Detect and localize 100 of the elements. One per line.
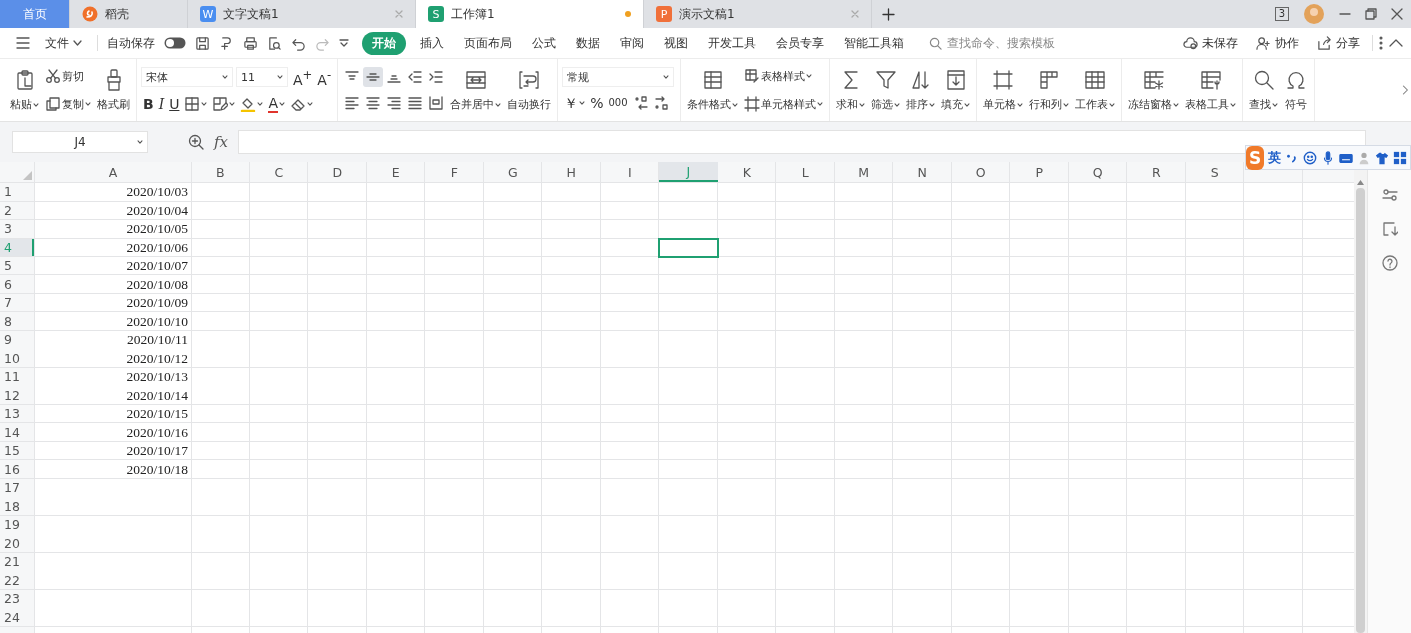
row-header[interactable]: 21 xyxy=(0,553,34,571)
toolbar-action[interactable]: 协作 xyxy=(1250,31,1305,55)
column-header[interactable]: A xyxy=(35,162,191,182)
column-header[interactable]: B xyxy=(191,162,250,182)
row-header[interactable]: 1 xyxy=(0,183,34,201)
row-header[interactable]: 9 xyxy=(0,331,34,349)
row-header[interactable]: 15 xyxy=(0,442,34,460)
font-size-field[interactable]: 11 xyxy=(236,67,288,87)
column-header[interactable]: C xyxy=(249,162,308,182)
row-header[interactable]: 7 xyxy=(0,294,34,312)
restore-icon[interactable] xyxy=(1365,8,1377,20)
column-header[interactable]: H xyxy=(542,162,601,182)
cell-style-button[interactable]: 单元格样式 xyxy=(742,94,826,114)
row-header[interactable]: 18 xyxy=(0,497,34,515)
plus-icon[interactable] xyxy=(882,7,895,21)
cut-button[interactable]: 剪切 xyxy=(43,66,93,86)
swap-icon[interactable] xyxy=(1381,221,1398,237)
help-icon[interactable] xyxy=(1381,255,1398,271)
row-header[interactable]: 23 xyxy=(0,590,34,608)
curl-icon[interactable] xyxy=(219,35,234,51)
sort-button[interactable]: 排序 xyxy=(904,66,938,114)
ribbon-tab[interactable]: 数据 xyxy=(570,31,606,55)
fill-button[interactable]: 填充 xyxy=(939,66,973,114)
column-header[interactable]: O xyxy=(951,162,1010,182)
underline-button[interactable]: U xyxy=(167,95,182,114)
row-header[interactable]: 12 xyxy=(0,386,34,404)
function-button[interactable]: fx xyxy=(214,133,228,151)
ribbon-tab[interactable]: 插入 xyxy=(414,31,450,55)
ribbon-tab[interactable]: 审阅 xyxy=(614,31,650,55)
ribbon-tab[interactable]: 页面布局 xyxy=(458,31,518,55)
row-header[interactable]: 11 xyxy=(0,368,34,386)
file-menu[interactable]: 文件 xyxy=(39,31,88,55)
format-painter-button[interactable]: 格式刷 xyxy=(95,66,132,114)
row-header[interactable]: 10 xyxy=(0,349,34,367)
align-middle-button[interactable] xyxy=(363,67,384,87)
copy-button[interactable]: 复制 xyxy=(43,94,93,114)
scrollbar-thumb[interactable] xyxy=(1356,188,1366,633)
row-header[interactable]: 3 xyxy=(0,220,34,238)
bold-button[interactable]: B xyxy=(141,95,156,114)
rows-columns-button[interactable]: 行和列 xyxy=(1027,66,1072,114)
font-color-button[interactable]: A xyxy=(266,95,288,113)
worksheet-button[interactable]: 工作表 xyxy=(1073,66,1118,114)
more-icon[interactable] xyxy=(1379,36,1383,50)
column-header[interactable]: R xyxy=(1127,162,1186,182)
search-field[interactable]: 查找命令、搜索模板 xyxy=(945,34,1099,52)
column-header[interactable]: Q xyxy=(1068,162,1127,182)
ribbon-tab[interactable]: 会员专享 xyxy=(770,31,830,55)
column-header[interactable]: S xyxy=(1185,162,1244,182)
search-icon[interactable] xyxy=(929,36,942,50)
window-count-button[interactable]: 3 xyxy=(1274,7,1289,21)
microphone-icon[interactable] xyxy=(1321,150,1335,165)
filter-button[interactable]: 筛选 xyxy=(869,66,903,114)
menu-icon[interactable] xyxy=(16,37,30,49)
grid-icon[interactable] xyxy=(1393,150,1407,165)
row-header[interactable]: 6 xyxy=(0,275,34,293)
column-header[interactable]: D xyxy=(308,162,367,182)
row-header[interactable]: 19 xyxy=(0,516,34,534)
ribbon-tab[interactable]: 公式 xyxy=(526,31,562,55)
toolbar-action[interactable]: 分享 xyxy=(1311,31,1366,55)
collapse-icon[interactable] xyxy=(1389,39,1403,47)
toggle-switch[interactable] xyxy=(164,37,186,49)
sliders-icon[interactable] xyxy=(1381,187,1398,203)
table-tools-button[interactable]: 表格工具 xyxy=(1183,66,1239,114)
customize-icon[interactable] xyxy=(339,39,349,47)
shirt-icon[interactable] xyxy=(1375,150,1389,165)
freeze-panes-button[interactable]: 冻结窗格 xyxy=(1126,66,1182,114)
smiley-icon[interactable] xyxy=(1303,150,1317,165)
document-tab[interactable]: S 工作簿1 xyxy=(416,0,644,28)
scroll-up-icon[interactable] xyxy=(1357,180,1365,185)
thousands-button[interactable]: 000 xyxy=(606,94,630,112)
column-header[interactable]: N xyxy=(893,162,952,182)
scroll-right-icon[interactable] xyxy=(1401,83,1409,97)
column-header[interactable]: G xyxy=(483,162,542,182)
sum-button[interactable]: 求和 xyxy=(834,66,868,114)
column-header[interactable]: L xyxy=(776,162,835,182)
ribbon-tab[interactable]: 视图 xyxy=(658,31,694,55)
row-header[interactable]: 13 xyxy=(0,405,34,423)
row-header[interactable]: 22 xyxy=(0,571,34,589)
row-header[interactable]: 14 xyxy=(0,423,34,441)
cell-button[interactable]: 单元格 xyxy=(981,66,1026,114)
merge-center-button[interactable]: 合并居中 xyxy=(448,66,504,114)
conditional-format-button[interactable]: 条件格式 xyxy=(685,66,741,114)
toolbar-action[interactable]: 未保存 xyxy=(1177,31,1244,55)
column-header[interactable]: F xyxy=(425,162,484,182)
document-tab[interactable]: P 演示文稿1 xyxy=(644,0,872,28)
table-style-button[interactable]: 表格样式 xyxy=(742,66,826,86)
symbol-button[interactable]: 符号 xyxy=(1282,66,1311,114)
ribbon-tab[interactable]: 智能工具箱 xyxy=(838,31,910,55)
zoom-icon[interactable] xyxy=(188,134,204,150)
ime-toolbar[interactable]: S 英 xyxy=(1245,145,1411,170)
active-cell[interactable] xyxy=(659,238,718,257)
ribbon-tab[interactable]: 开发工具 xyxy=(702,31,762,55)
close-icon[interactable] xyxy=(1391,8,1403,20)
column-header[interactable]: K xyxy=(717,162,776,182)
column-header[interactable]: E xyxy=(366,162,425,182)
grow-font-button[interactable]: A$^{+}$ xyxy=(291,65,315,89)
italic-button[interactable]: I xyxy=(156,95,167,114)
column-header[interactable]: M xyxy=(834,162,893,182)
row-header[interactable]: 5 xyxy=(0,257,34,275)
currency-button[interactable]: ￥ xyxy=(562,94,588,112)
